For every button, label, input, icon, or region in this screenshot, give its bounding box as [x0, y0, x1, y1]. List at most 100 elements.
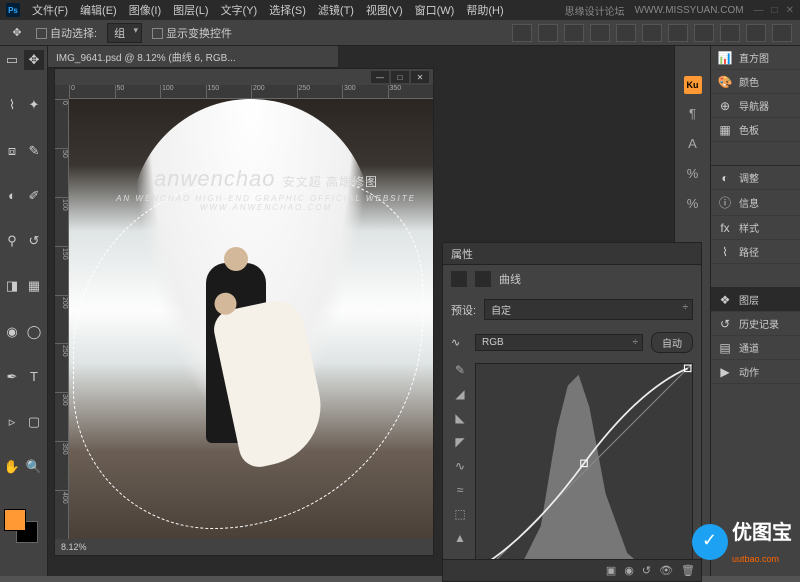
type-tool-icon[interactable]: T — [24, 367, 44, 387]
eyedropper-tool-icon[interactable]: ✎ — [24, 141, 44, 161]
align-icon[interactable] — [538, 24, 558, 42]
marquee-selection — [73, 179, 423, 529]
opacity-icon[interactable]: % — [684, 166, 702, 184]
clip-layer-icon[interactable]: ▣ — [606, 564, 616, 577]
zoom-level[interactable]: 8.12% — [61, 542, 87, 552]
menu-layer[interactable]: 图层(L) — [169, 0, 212, 20]
autoselect-mode-select[interactable]: 组 — [107, 23, 142, 43]
curves-options-icon[interactable]: ▲ — [451, 531, 469, 547]
window-minimize-icon[interactable]: — — [754, 5, 764, 16]
reset-icon[interactable]: ↺ — [642, 564, 651, 577]
menu-view[interactable]: 视图(V) — [362, 0, 407, 20]
point-curve-icon[interactable]: ∿ — [451, 336, 467, 349]
distribute-icon[interactable] — [746, 24, 766, 42]
mask-icon[interactable] — [475, 271, 491, 287]
window-maximize-icon[interactable]: □ — [772, 5, 778, 16]
autoselect-checkbox[interactable]: 自动选择: — [36, 25, 97, 41]
color-swatches[interactable] — [2, 509, 42, 549]
eraser-tool-icon[interactable]: ◨ — [2, 276, 22, 296]
dodge-tool-icon[interactable]: ◯ — [24, 322, 44, 342]
brush-tool-icon[interactable]: ✐ — [24, 186, 44, 206]
doc-maximize-icon[interactable]: □ — [391, 71, 409, 83]
move-tool-icon[interactable]: ✥ — [8, 24, 26, 42]
pen-tool-icon[interactable]: ✒ — [2, 367, 22, 387]
stamp-tool-icon[interactable]: ⚲ — [2, 231, 22, 251]
zoom-tool-icon[interactable]: 🔍 — [24, 457, 44, 477]
panel-channels[interactable]: ▤通道 — [711, 336, 800, 360]
panel-color[interactable]: 🎨颜色 — [711, 70, 800, 94]
window-close-icon[interactable]: ✕ — [786, 5, 794, 16]
menu-select[interactable]: 选择(S) — [265, 0, 310, 20]
move-tool-icon[interactable]: ✥ — [24, 50, 44, 70]
gradient-tool-icon[interactable]: ▦ — [24, 276, 44, 296]
fill-icon[interactable]: % — [684, 196, 702, 214]
character-icon[interactable]: A — [684, 136, 702, 154]
align-icon[interactable] — [642, 24, 662, 42]
menu-bar: 文件(F) 编辑(E) 图像(I) 图层(L) 文字(Y) 选择(S) 滤镜(T… — [28, 0, 508, 20]
distribute-icon[interactable] — [720, 24, 740, 42]
menu-filter[interactable]: 滤镜(T) — [314, 0, 358, 20]
curve-sampler-icon[interactable]: ✎ — [451, 363, 469, 379]
panel-navigator[interactable]: ⊕导航器 — [711, 94, 800, 118]
curves-graph[interactable] — [475, 363, 693, 563]
menu-edit[interactable]: 编辑(E) — [76, 0, 121, 20]
panel-histogram[interactable]: 📊直方图 — [711, 46, 800, 70]
panel-adjustments[interactable]: ◐调整 — [711, 166, 800, 190]
preset-select[interactable]: 自定 — [484, 299, 693, 320]
crop-tool-icon[interactable]: ⧈ — [2, 141, 22, 161]
menu-window[interactable]: 窗口(W) — [411, 0, 459, 20]
paragraph-icon[interactable]: ¶ — [684, 106, 702, 124]
auto-button[interactable]: 自动 — [651, 332, 693, 353]
channel-select[interactable]: RGB — [475, 334, 643, 351]
path-tool-icon[interactable]: ▹ — [2, 412, 22, 432]
history-brush-tool-icon[interactable]: ↺ — [24, 231, 44, 251]
panel-paths[interactable]: ⌇路径 — [711, 240, 800, 264]
healing-tool-icon[interactable]: ◐ — [2, 186, 22, 206]
ruler-vertical[interactable]: 050100150200250300350400 — [55, 99, 69, 539]
menu-type[interactable]: 文字(Y) — [217, 0, 262, 20]
ruler-horizontal[interactable]: 050100150200250300350 — [69, 85, 433, 99]
marquee-tool-icon[interactable]: ▭ — [2, 50, 22, 70]
canvas-image[interactable] — [69, 99, 433, 539]
panel-history[interactable]: ↺历史记录 — [711, 312, 800, 336]
align-icon[interactable] — [512, 24, 532, 42]
showtransform-checkbox[interactable]: 显示变换控件 — [152, 25, 232, 41]
document-tab[interactable]: IMG_9641.psd @ 8.12% (曲线 6, RGB... — [48, 46, 338, 68]
hand-tool-icon[interactable]: ✋ — [2, 457, 22, 477]
menu-file[interactable]: 文件(F) — [28, 0, 72, 20]
align-icon[interactable] — [564, 24, 584, 42]
doc-minimize-icon[interactable]: — — [371, 71, 389, 83]
pencil-curve-icon[interactable]: ∿ — [451, 459, 469, 475]
panel-actions[interactable]: ▶动作 — [711, 360, 800, 384]
site-brand-watermark: 优图宝uutbao.com — [692, 516, 792, 568]
panel-info[interactable]: ⓘ信息 — [711, 190, 800, 216]
distribute-icon[interactable] — [694, 24, 714, 42]
gray-point-icon[interactable]: ◣ — [451, 411, 469, 427]
kuler-icon[interactable]: Ku — [684, 76, 702, 94]
black-point-icon[interactable]: ◤ — [451, 435, 469, 451]
panel-swatches[interactable]: ▦色板 — [711, 118, 800, 142]
blur-tool-icon[interactable]: ◉ — [2, 322, 22, 342]
magic-wand-tool-icon[interactable]: ✦ — [24, 95, 44, 115]
menu-image[interactable]: 图像(I) — [125, 0, 165, 20]
doc-close-icon[interactable]: ✕ — [411, 71, 429, 83]
document-window-titlebar[interactable]: — □ ✕ — [55, 69, 433, 85]
visibility-icon[interactable]: 👁 — [659, 564, 673, 577]
panel-layers[interactable]: ❖图层 — [711, 288, 800, 312]
smooth-curve-icon[interactable]: ≈ — [451, 483, 469, 499]
clip-display-icon[interactable]: ⬚ — [451, 507, 469, 523]
align-icon[interactable] — [616, 24, 636, 42]
actions-icon: ▶ — [717, 365, 733, 379]
distribute-icon[interactable] — [668, 24, 688, 42]
panel-styles[interactable]: fx样式 — [711, 216, 800, 240]
white-point-icon[interactable]: ◢ — [451, 387, 469, 403]
align-icon[interactable] — [590, 24, 610, 42]
menu-help[interactable]: 帮助(H) — [462, 0, 507, 20]
distribute-icon[interactable] — [772, 24, 792, 42]
title-bar: Ps 文件(F) 编辑(E) 图像(I) 图层(L) 文字(Y) 选择(S) 滤… — [0, 0, 800, 20]
properties-tab[interactable]: 属性 — [443, 243, 701, 265]
lasso-tool-icon[interactable]: ⌇ — [2, 95, 22, 115]
foreground-color-swatch[interactable] — [4, 509, 26, 531]
view-previous-icon[interactable]: ◉ — [624, 564, 634, 577]
shape-tool-icon[interactable]: ▢ — [24, 412, 44, 432]
